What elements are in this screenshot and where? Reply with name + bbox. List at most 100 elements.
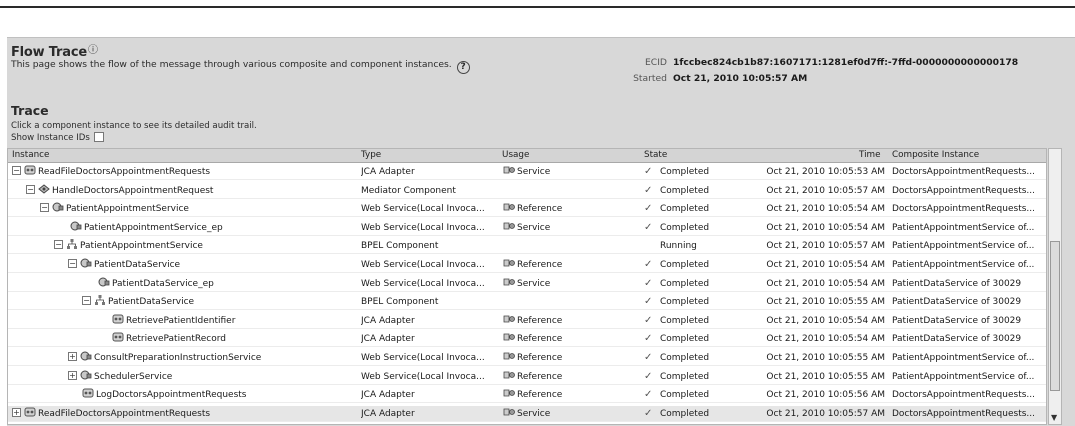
col-usage[interactable]: Usage — [502, 150, 529, 160]
collapse-icon[interactable]: − — [12, 166, 21, 175]
collapse-icon[interactable]: − — [82, 296, 91, 306]
collapse-icon[interactable]: − — [68, 259, 77, 268]
composite-cell[interactable]: PatientDataService of 30029 — [892, 294, 1044, 310]
table-row[interactable]: − HandleDoctorsAppointmentRequest Mediator… — [8, 183, 1046, 199]
show-ids-label: Show Instance IDs — [11, 133, 90, 143]
instance-cell[interactable]: − HandleDoctorsAppointmentRequest — [8, 183, 356, 199]
composite-cell[interactable]: PatientDataService of 30029 — [892, 313, 1044, 329]
instance-cell[interactable]: + ReadFileDoctorsAppointmentRequests — [8, 406, 356, 422]
instance-cell[interactable]: − ReadFileDoctorsAppointmentRequests — [8, 164, 356, 180]
composite-cell[interactable]: PatientAppointmentService of... — [892, 257, 1044, 273]
composite-cell[interactable]: DoctorsAppointmentRequests... — [892, 183, 1044, 199]
usage-label: Service — [517, 222, 551, 233]
composite-cell[interactable]: DoctorsAppointmentRequests... — [892, 387, 1044, 403]
help-icon[interactable]: ? — [456, 61, 470, 74]
time-cell: Oct 21, 2010 10:05:55 AM — [766, 371, 885, 382]
instance-name[interactable]: LogDoctorsAppointmentRequests — [96, 390, 247, 400]
instance-cell[interactable]: − PatientAppointmentService — [8, 201, 356, 217]
instance-name[interactable]: SchedulerService — [94, 372, 172, 382]
instance-name[interactable]: ConsultPreparationInstructionService — [94, 353, 261, 363]
table-row[interactable]: + SchedulerService Web Service(Local Invoc… — [8, 369, 1046, 385]
table-row[interactable]: − PatientAppointmentService BPEL Component… — [8, 238, 1046, 255]
composite-cell[interactable]: PatientAppointmentService of... — [892, 350, 1044, 366]
vertical-scrollbar[interactable]: ▼ — [1048, 148, 1062, 425]
instance-name[interactable]: PatientDataService_ep — [112, 279, 214, 289]
instance-name[interactable]: RetrievePatientIdentifier — [126, 316, 235, 326]
instance-name[interactable]: RetrievePatientRecord — [126, 334, 226, 344]
usage-cell: Reference — [502, 350, 642, 366]
instance-name[interactable]: PatientDataService — [108, 297, 194, 307]
col-type[interactable]: Type — [361, 150, 381, 160]
expand-icon[interactable]: + — [68, 370, 77, 380]
instance-cell[interactable]: PatientDataService_ep — [8, 276, 356, 292]
trace-description: Click a component instance to see its de… — [11, 121, 257, 131]
instance-cell[interactable]: + SchedulerService — [8, 369, 356, 385]
table-row[interactable]: PatientAppointmentService_ep Web Service(… — [8, 220, 1046, 236]
instance-cell[interactable]: − PatientDataService — [8, 294, 356, 310]
composite-cell[interactable]: PatientDataService of 30029 — [892, 331, 1044, 347]
col-state[interactable]: State — [644, 150, 667, 160]
table-row[interactable]: PatientDataService_ep Web Service(Local I… — [8, 276, 1046, 292]
instance-cell[interactable]: − PatientAppointmentService — [8, 238, 356, 254]
instance-name[interactable]: PatientDataService — [94, 260, 180, 270]
reference-icon — [502, 350, 516, 362]
scrollbar-thumb[interactable] — [1050, 241, 1060, 391]
service-icon — [502, 220, 516, 232]
collapse-icon[interactable]: − — [40, 203, 49, 213]
state-label: Completed — [660, 408, 710, 419]
instance-name[interactable]: PatientAppointmentService — [80, 241, 203, 251]
started-label: Started — [633, 73, 667, 84]
instance-cell[interactable]: + ConsultPreparationInstructionService — [8, 350, 356, 366]
composite-cell[interactable]: PatientAppointmentService of... — [892, 238, 1044, 254]
instance-cell[interactable]: LogDoctorsAppointmentRequests — [8, 387, 356, 403]
usage-label: Reference — [517, 371, 563, 382]
instance-cell[interactable]: PatientAppointmentService_ep — [8, 220, 356, 236]
col-time[interactable]: Time — [859, 150, 881, 160]
table-row[interactable]: − PatientDataService BPEL Component ✓ Comple… — [8, 294, 1046, 311]
composite-cell[interactable]: PatientAppointmentService of... — [892, 369, 1044, 385]
instance-name[interactable]: ReadFileDoctorsAppointmentRequests — [38, 409, 210, 419]
type-cell: JCA Adapter — [361, 390, 415, 401]
table-row[interactable]: + ReadFileDoctorsAppointmentRequests JCA A… — [8, 405, 1046, 422]
composite-cell[interactable]: DoctorsAppointmentRequests... — [892, 201, 1044, 217]
started-value: Oct 21, 2010 10:05:57 AM — [673, 73, 808, 84]
check-icon: ✓ — [644, 221, 653, 233]
table-row[interactable]: + ConsultPreparationInstructionService Web… — [8, 350, 1046, 366]
collapse-icon[interactable]: − — [26, 184, 35, 194]
table-row[interactable]: RetrievePatientIdentifier JCA Adapter Refe… — [8, 313, 1046, 329]
instance-name[interactable]: HandleDoctorsAppointmentRequest — [52, 186, 213, 196]
webservice-icon — [98, 276, 110, 288]
instance-cell[interactable]: RetrievePatientRecord — [8, 331, 356, 347]
check-icon: ✓ — [644, 389, 653, 401]
instance-cell[interactable]: RetrievePatientIdentifier — [8, 313, 356, 329]
collapse-icon[interactable]: − — [54, 240, 63, 250]
scroll-down-icon[interactable]: ▼ — [1051, 413, 1057, 422]
composite-cell[interactable]: PatientDataService of 30029 — [892, 276, 1044, 292]
expand-icon[interactable]: + — [68, 352, 77, 361]
state-label: Completed — [660, 204, 710, 215]
table-row[interactable]: − PatientAppointmentService Web Service(Lo… — [8, 201, 1046, 218]
table-row[interactable]: RetrievePatientRecord JCA Adapter Referenc… — [8, 331, 1046, 348]
info-icon[interactable]: ⓘ — [88, 41, 98, 56]
composite-cell[interactable]: DoctorsAppointmentRequests... — [892, 406, 1044, 422]
table-row[interactable]: LogDoctorsAppointmentRequests JCA Adapter… — [8, 387, 1046, 404]
composite-cell[interactable]: DoctorsAppointmentRequests... — [892, 164, 1044, 180]
composite-cell[interactable]: PatientAppointmentService of... — [892, 220, 1044, 236]
type-cell: Web Service(Local Invoca... — [361, 278, 485, 289]
instance-cell[interactable]: − PatientDataService — [8, 257, 356, 273]
type-cell: BPEL Component — [361, 297, 439, 308]
col-composite[interactable]: Composite Instance — [892, 150, 979, 160]
show-ids-checkbox[interactable] — [93, 132, 104, 142]
table-row[interactable]: − ReadFileDoctorsAppointmentRequests JCA A… — [8, 164, 1046, 180]
instance-name[interactable]: ReadFileDoctorsAppointmentRequests — [38, 167, 210, 177]
expand-icon[interactable]: + — [12, 407, 21, 417]
usage-label: Reference — [517, 260, 563, 270]
instance-name[interactable]: PatientAppointmentService_ep — [84, 223, 223, 233]
state-label: Completed — [660, 297, 710, 308]
table-row[interactable]: − PatientDataService Web Service(Local Inv… — [8, 257, 1046, 273]
check-icon: ✓ — [644, 203, 653, 215]
instance-name[interactable]: PatientAppointmentService — [66, 204, 189, 214]
usage-cell: Service — [502, 276, 642, 292]
usage-cell: Reference — [502, 201, 642, 217]
col-instance[interactable]: Instance — [12, 150, 49, 160]
